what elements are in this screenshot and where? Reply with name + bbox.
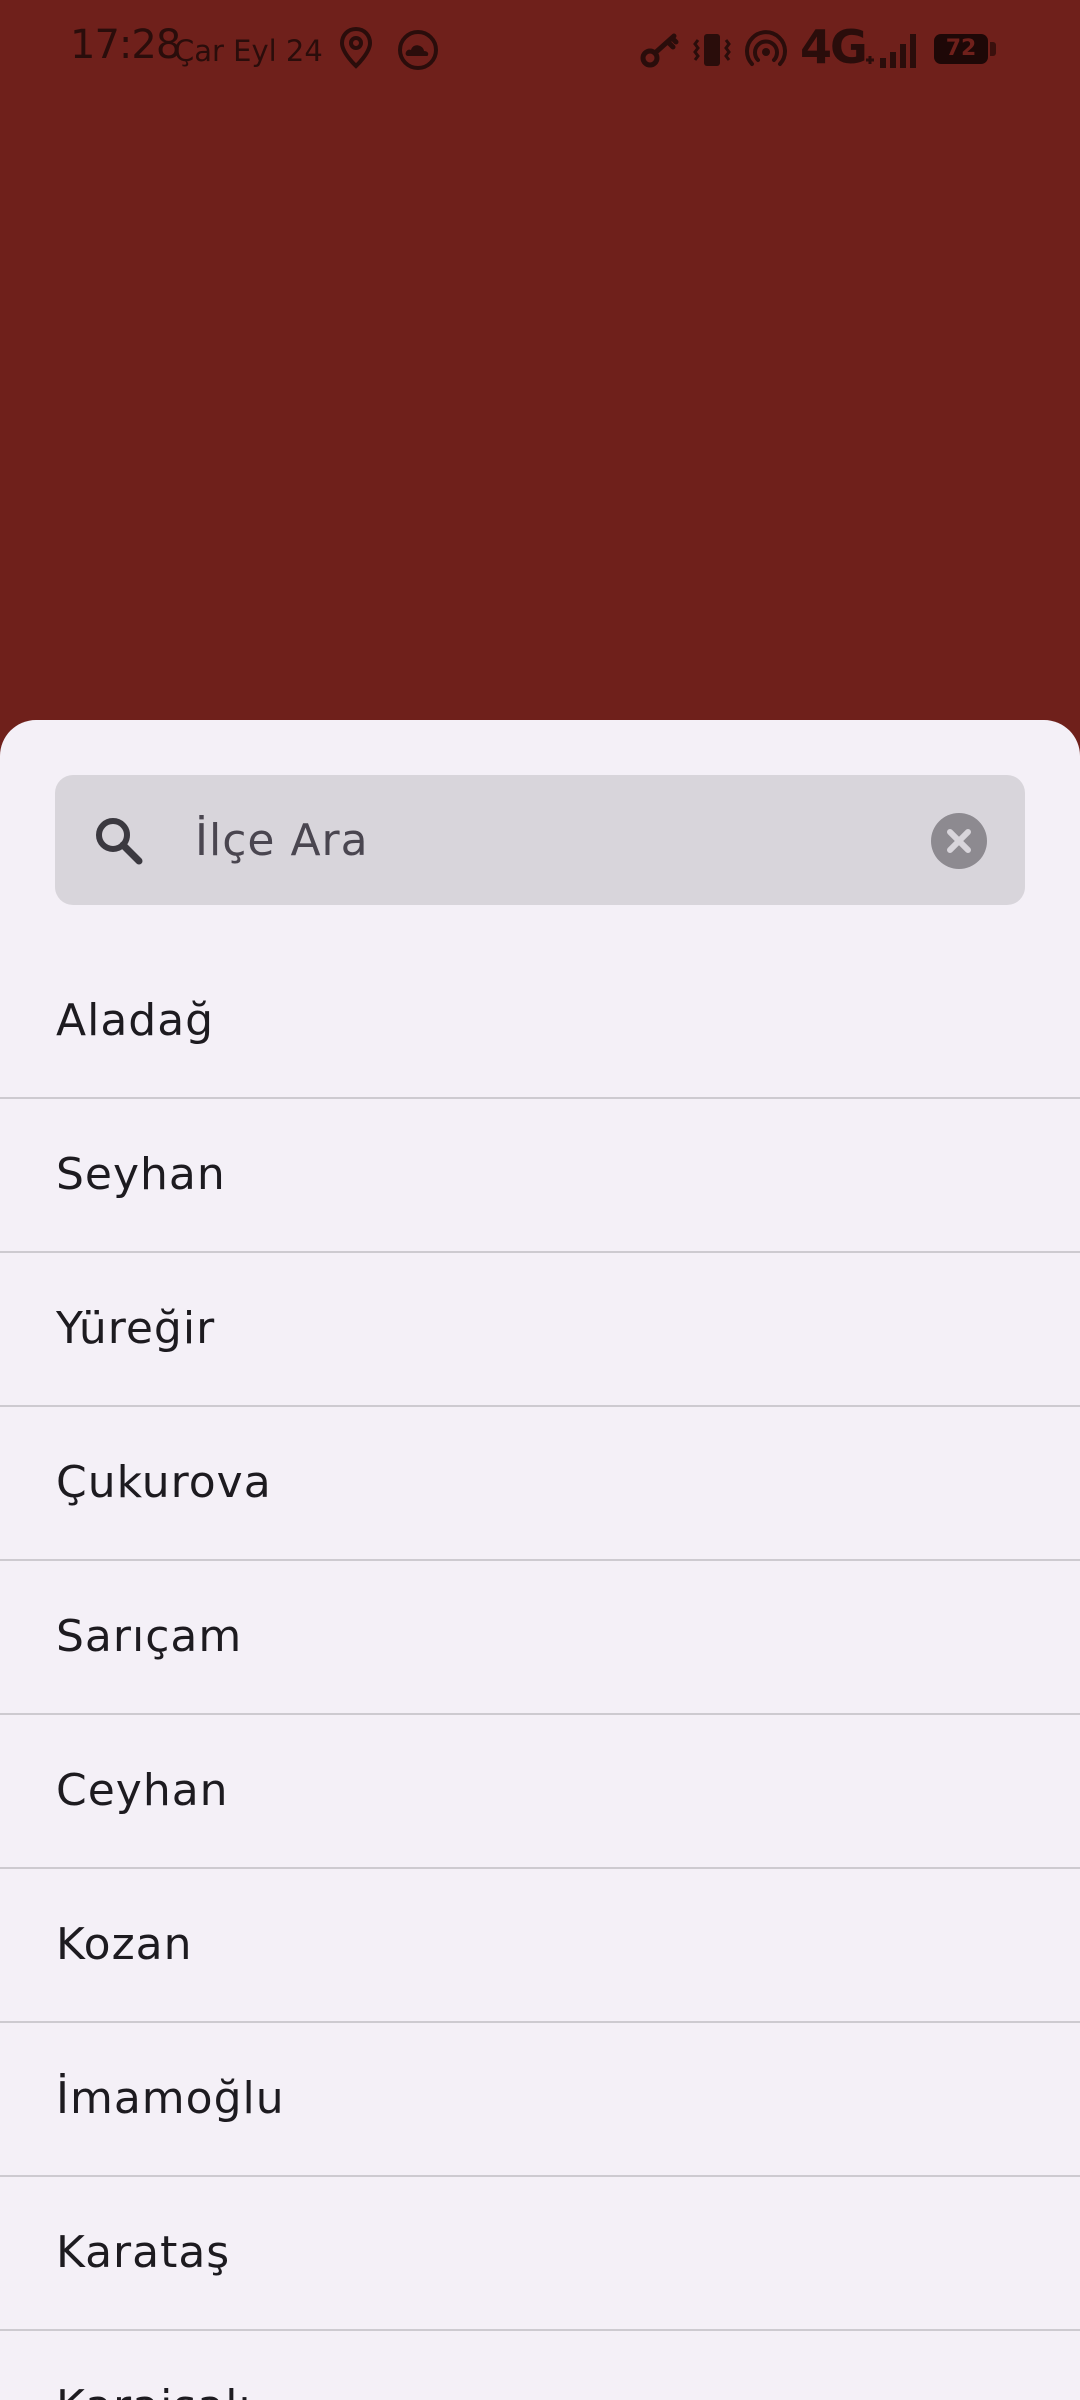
status-date: Çar Eyl 24 bbox=[174, 34, 323, 68]
weather-icon bbox=[398, 30, 438, 70]
list-item[interactable]: Sarıçam bbox=[0, 1561, 1080, 1715]
signal-icon bbox=[866, 34, 916, 68]
status-bar: 17:28 Çar Eyl 24 4G 72 bbox=[0, 0, 1080, 100]
district-label: Yüreğir bbox=[56, 1303, 216, 1354]
district-picker-sheet: Aladağ Seyhan Yüreğir Çukurova Sarıçam C… bbox=[0, 720, 1080, 2400]
district-label: Seyhan bbox=[56, 1149, 226, 1200]
battery-tip bbox=[990, 42, 996, 56]
clear-icon bbox=[947, 829, 971, 853]
key-icon bbox=[640, 33, 679, 68]
list-item[interactable]: Çukurova bbox=[0, 1407, 1080, 1561]
district-list: Aladağ Seyhan Yüreğir Çukurova Sarıçam C… bbox=[0, 945, 1080, 2400]
list-item[interactable]: Seyhan bbox=[0, 1099, 1080, 1253]
list-item[interactable]: Yüreğir bbox=[0, 1253, 1080, 1407]
district-label: Aladağ bbox=[56, 995, 215, 1046]
list-item[interactable]: Aladağ bbox=[0, 945, 1080, 1099]
status-time: 17:28 bbox=[70, 22, 181, 68]
hotspot-icon bbox=[745, 30, 787, 66]
vibrate-icon bbox=[693, 34, 731, 66]
district-label: Kozan bbox=[56, 1919, 193, 1970]
list-item[interactable]: Karaisalı bbox=[0, 2331, 1080, 2400]
district-label: Karaisalı bbox=[56, 2381, 252, 2400]
location-icon bbox=[339, 26, 373, 69]
search-bar[interactable] bbox=[55, 775, 1025, 905]
search-icon bbox=[96, 818, 143, 865]
list-item[interactable]: İmamoğlu bbox=[0, 2023, 1080, 2177]
search-input[interactable] bbox=[195, 775, 955, 905]
district-label: İmamoğlu bbox=[56, 2073, 285, 2124]
list-item[interactable]: Kozan bbox=[0, 1869, 1080, 2023]
battery-icon: 72 bbox=[934, 34, 988, 64]
list-item[interactable]: Karataş bbox=[0, 2177, 1080, 2331]
district-label: Ceyhan bbox=[56, 1765, 229, 1816]
list-item[interactable]: Ceyhan bbox=[0, 1715, 1080, 1869]
district-label: Çukurova bbox=[56, 1457, 272, 1508]
district-label: Sarıçam bbox=[56, 1611, 243, 1662]
district-label: Karataş bbox=[56, 2227, 231, 2278]
network-type: 4G bbox=[800, 20, 868, 74]
clear-button[interactable] bbox=[931, 813, 987, 869]
